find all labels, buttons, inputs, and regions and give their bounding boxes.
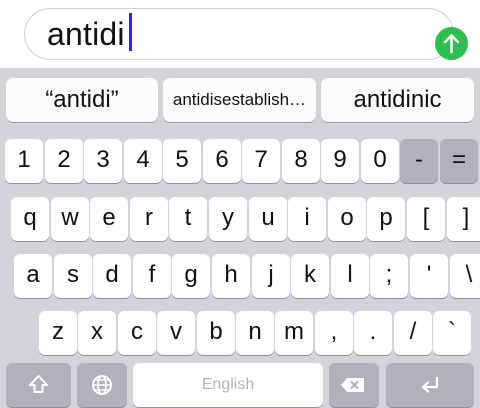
return-key[interactable] bbox=[386, 363, 474, 407]
key-middle-9[interactable]: ; bbox=[370, 254, 408, 298]
key-numbers-4[interactable]: 5 bbox=[163, 139, 201, 183]
key-middle-6[interactable]: j bbox=[252, 254, 290, 298]
key-bottom-5[interactable]: n bbox=[236, 311, 274, 355]
search-bar-area: antidi bbox=[0, 0, 480, 68]
key-numbers-2[interactable]: 3 bbox=[84, 139, 122, 183]
globe-key[interactable] bbox=[77, 363, 127, 407]
key-top-9[interactable]: p bbox=[367, 197, 405, 241]
key-bottom-8[interactable]: . bbox=[354, 311, 392, 355]
suggestion-1[interactable]: “antidi” bbox=[6, 78, 158, 122]
key-middle-10[interactable]: ' bbox=[410, 254, 448, 298]
key-top-5[interactable]: y bbox=[209, 197, 247, 241]
key-numbers-6[interactable]: 7 bbox=[242, 139, 280, 183]
suggestion-2[interactable]: antidisestablish… bbox=[163, 78, 316, 122]
key-top-11[interactable]: ] bbox=[447, 197, 480, 241]
key-bottom-2[interactable]: c bbox=[118, 311, 156, 355]
key-middle-7[interactable]: k bbox=[291, 254, 329, 298]
key-middle-11[interactable]: \ bbox=[450, 254, 480, 298]
key-top-8[interactable]: o bbox=[328, 197, 366, 241]
globe-icon bbox=[92, 375, 112, 395]
key-middle-5[interactable]: h bbox=[212, 254, 250, 298]
key-middle-4[interactable]: g bbox=[172, 254, 210, 298]
key-numbers-1[interactable]: 2 bbox=[45, 139, 83, 183]
key-numbers-10[interactable]: - bbox=[400, 139, 438, 183]
key-numbers-8[interactable]: 9 bbox=[321, 139, 359, 183]
space-key[interactable]: English bbox=[133, 363, 323, 407]
delete-icon bbox=[341, 378, 364, 392]
key-numbers-0[interactable]: 1 bbox=[5, 139, 43, 183]
key-top-3[interactable]: r bbox=[130, 197, 168, 241]
delete-key[interactable] bbox=[329, 363, 379, 407]
key-middle-0[interactable]: a bbox=[14, 254, 52, 298]
send-arrow-icon bbox=[443, 34, 460, 54]
key-bottom-9[interactable]: / bbox=[394, 311, 432, 355]
key-top-0[interactable]: q bbox=[11, 197, 49, 241]
suggestion-3[interactable]: antidinic bbox=[321, 78, 474, 122]
search-input-text: antidi bbox=[47, 16, 125, 52]
text-caret bbox=[129, 13, 132, 51]
key-bottom-10[interactable]: ` bbox=[433, 311, 471, 355]
search-input[interactable]: antidi bbox=[24, 8, 468, 60]
key-top-4[interactable]: t bbox=[169, 197, 207, 241]
key-top-2[interactable]: e bbox=[90, 197, 128, 241]
shift-key[interactable] bbox=[6, 363, 71, 407]
key-numbers-5[interactable]: 6 bbox=[203, 139, 241, 183]
key-numbers-11[interactable]: = bbox=[440, 139, 478, 183]
key-numbers-7[interactable]: 8 bbox=[282, 139, 320, 183]
key-top-6[interactable]: u bbox=[249, 197, 287, 241]
key-top-10[interactable]: [ bbox=[407, 197, 445, 241]
key-top-7[interactable]: i bbox=[288, 197, 326, 241]
key-middle-3[interactable]: f bbox=[133, 254, 171, 298]
key-numbers-9[interactable]: 0 bbox=[361, 139, 399, 183]
key-middle-1[interactable]: s bbox=[54, 254, 92, 298]
key-bottom-0[interactable]: z bbox=[39, 311, 77, 355]
key-middle-8[interactable]: l bbox=[331, 254, 369, 298]
key-bottom-3[interactable]: v bbox=[157, 311, 195, 355]
key-top-1[interactable]: w bbox=[51, 197, 89, 241]
key-bottom-6[interactable]: m bbox=[275, 311, 313, 355]
shift-icon bbox=[29, 375, 48, 393]
key-numbers-3[interactable]: 4 bbox=[124, 139, 162, 183]
key-bottom-1[interactable]: x bbox=[78, 311, 116, 355]
return-icon bbox=[421, 377, 439, 393]
key-bottom-7[interactable]: , bbox=[315, 311, 353, 355]
key-middle-2[interactable]: d bbox=[93, 254, 131, 298]
keyboard: “antidi” antidisestablish… antidinic 123… bbox=[0, 68, 480, 408]
send-button[interactable] bbox=[435, 27, 468, 60]
key-bottom-4[interactable]: b bbox=[197, 311, 235, 355]
